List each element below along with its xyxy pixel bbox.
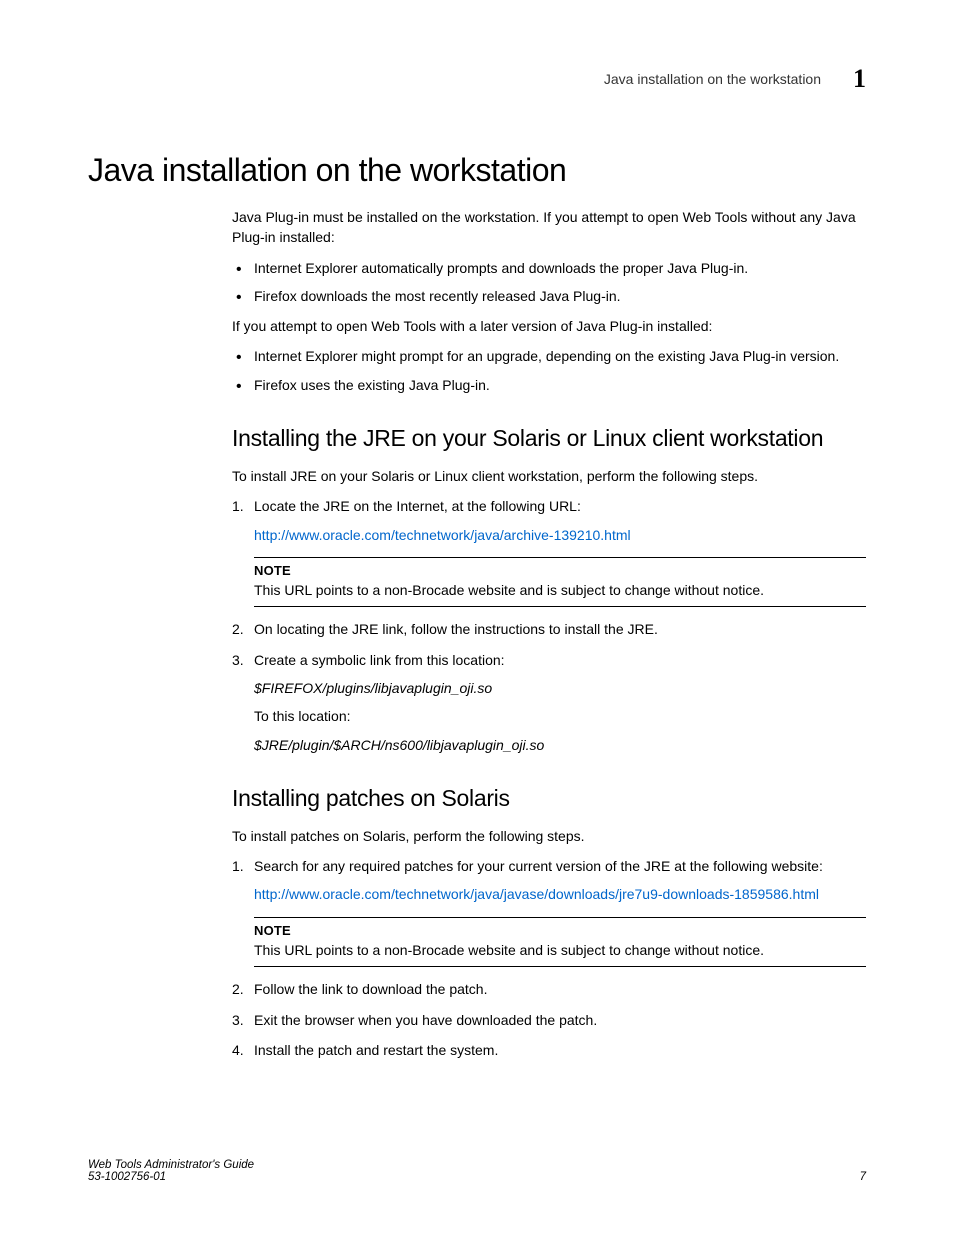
footer-docnum: 53-1002756-01 xyxy=(88,1171,254,1183)
note-label: NOTE xyxy=(254,562,866,581)
step-text: Locate the JRE on the Internet, at the f… xyxy=(254,498,581,514)
running-header: Java installation on the workstation 1 xyxy=(88,64,866,94)
section-heading-jre: Installing the JRE on your Solaris or Li… xyxy=(232,425,866,452)
section-heading-patches: Installing patches on Solaris xyxy=(232,785,866,812)
step-item: Locate the JRE on the Internet, at the f… xyxy=(232,496,866,607)
step-item: On locating the JRE link, follow the ins… xyxy=(232,619,866,639)
footer-page-number: 7 xyxy=(860,1171,866,1183)
step-item: Install the patch and restart the system… xyxy=(232,1040,866,1060)
page-footer: Web Tools Administrator's Guide 53-10027… xyxy=(88,1159,866,1183)
note-label: NOTE xyxy=(254,922,866,941)
step-text: Create a symbolic link from this locatio… xyxy=(254,652,505,668)
step-text: Search for any required patches for your… xyxy=(254,858,823,874)
note-text: This URL points to a non-Brocade website… xyxy=(254,941,866,961)
step-item: Search for any required patches for your… xyxy=(232,856,866,967)
external-link[interactable]: http://www.oracle.com/technetwork/java/j… xyxy=(254,884,866,904)
code-path: $JRE/plugin/$ARCH/ns600/libjavaplugin_oj… xyxy=(254,735,866,755)
steps-list-jre: Locate the JRE on the Internet, at the f… xyxy=(232,496,866,755)
list-item: Internet Explorer automatically prompts … xyxy=(232,258,866,278)
step-item: Create a symbolic link from this locatio… xyxy=(232,650,866,755)
intro-paragraph-2: If you attempt to open Web Tools with a … xyxy=(232,316,866,336)
footer-title: Web Tools Administrator's Guide xyxy=(88,1159,254,1171)
step-item: Follow the link to download the patch. xyxy=(232,979,866,999)
list-item: Internet Explorer might prompt for an up… xyxy=(232,346,866,366)
code-path: $FIREFOX/plugins/libjavaplugin_oji.so xyxy=(254,678,866,698)
running-header-text: Java installation on the workstation xyxy=(604,71,821,87)
note-text: This URL points to a non-Brocade website… xyxy=(254,581,866,601)
section2-intro: To install JRE on your Solaris or Linux … xyxy=(232,466,866,486)
steps-list-patches: Search for any required patches for your… xyxy=(232,856,866,1060)
list-item: Firefox uses the existing Java Plug-in. xyxy=(232,375,866,395)
bullet-list-2: Internet Explorer might prompt for an up… xyxy=(232,346,866,395)
intro-paragraph-1: Java Plug-in must be installed on the wo… xyxy=(232,207,866,248)
section3-intro: To install patches on Solaris, perform t… xyxy=(232,826,866,846)
external-link[interactable]: http://www.oracle.com/technetwork/java/a… xyxy=(254,525,866,545)
note-block: NOTE This URL points to a non-Brocade we… xyxy=(254,917,866,967)
page-title: Java installation on the workstation xyxy=(88,152,866,189)
bullet-list-1: Internet Explorer automatically prompts … xyxy=(232,258,866,307)
chapter-number: 1 xyxy=(853,64,866,94)
note-block: NOTE This URL points to a non-Brocade we… xyxy=(254,557,866,607)
step-item: Exit the browser when you have downloade… xyxy=(232,1010,866,1030)
step-subtext: To this location: xyxy=(254,706,866,726)
list-item: Firefox downloads the most recently rele… xyxy=(232,286,866,306)
footer-left: Web Tools Administrator's Guide 53-10027… xyxy=(88,1159,254,1183)
